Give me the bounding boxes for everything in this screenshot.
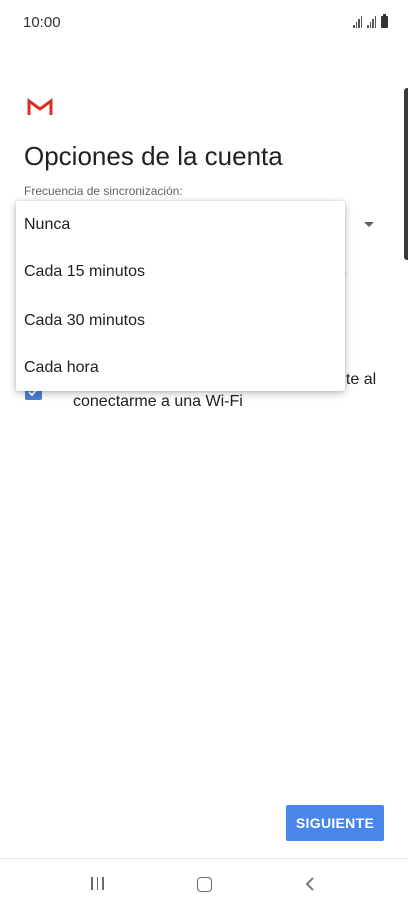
status-time: 10:00 [23,14,61,31]
sync-frequency-dropdown-menu: Nunca Cada 15 minutos Cada 30 minutos Ca… [16,201,345,391]
signal-icon [367,16,376,28]
sync-frequency-label: Frecuencia de sincronización: [24,184,183,198]
gmail-logo-icon [27,98,53,116]
back-icon[interactable] [305,876,315,897]
dropdown-option-never[interactable]: Nunca [24,216,70,234]
dropdown-option-15-minutes[interactable]: Cada 15 minutos [24,263,145,281]
home-icon[interactable] [197,877,212,892]
wifi-option-label-line2[interactable]: conectarme a una Wi-Fi [73,393,243,411]
navigation-bar [0,858,408,907]
recent-apps-icon[interactable] [91,877,104,890]
sync-frequency-dropdown-arrow-icon[interactable] [364,222,374,227]
status-icons [353,14,388,28]
status-bar: 10:00 [0,0,408,46]
scrollbar[interactable] [404,88,408,260]
dropdown-option-30-minutes[interactable]: Cada 30 minutos [24,312,145,330]
next-button[interactable]: SIGUIENTE [286,805,384,841]
page-title: Opciones de la cuenta [24,141,283,171]
signal-icon [353,16,362,28]
dropdown-option-hourly[interactable]: Cada hora [24,359,99,377]
battery-icon [381,14,388,28]
